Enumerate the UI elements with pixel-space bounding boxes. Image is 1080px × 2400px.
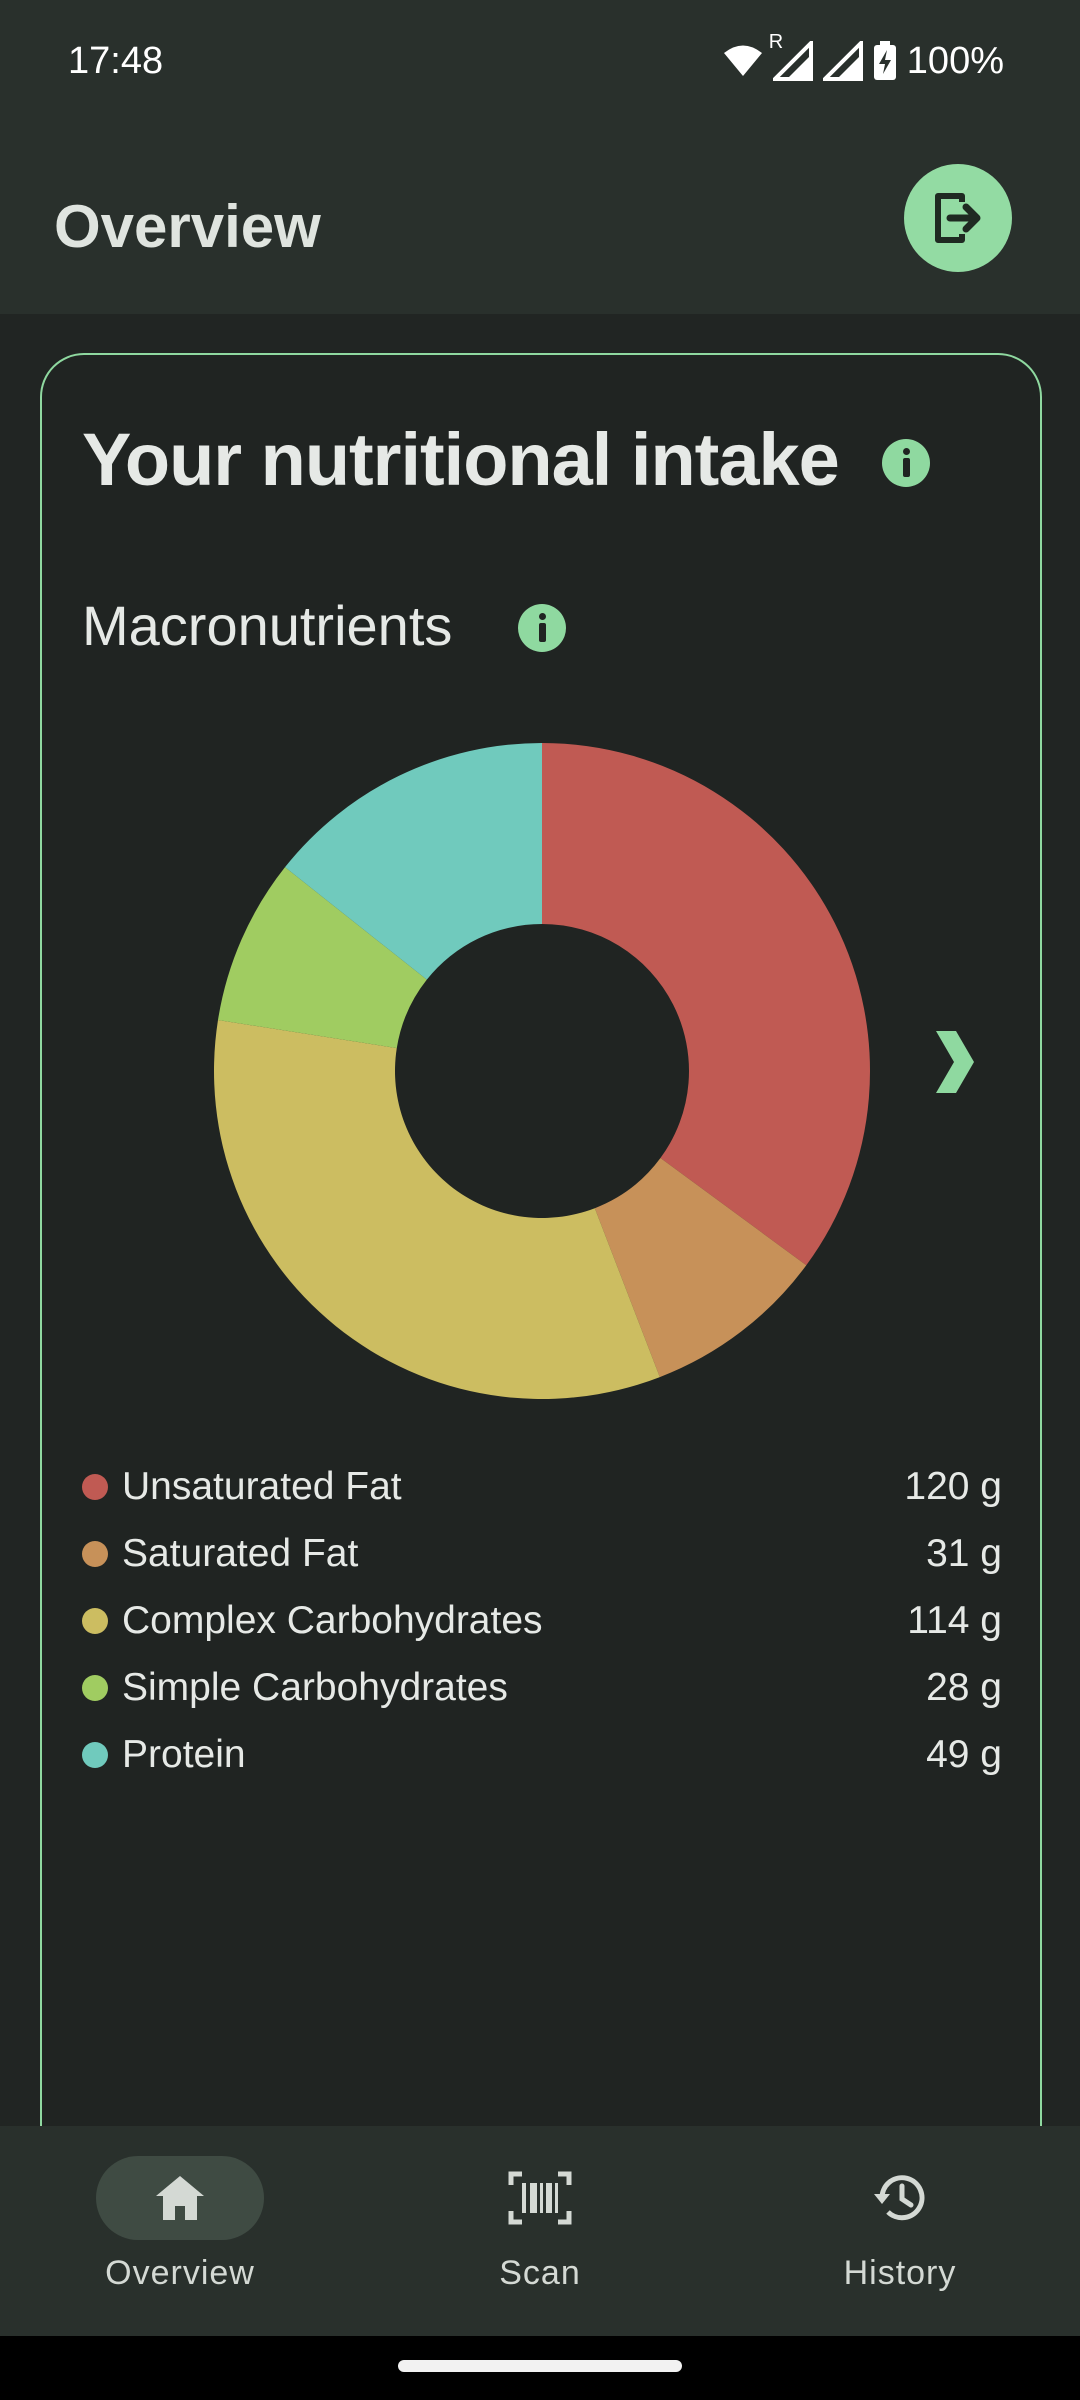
page-title: Overview <box>54 193 321 260</box>
wifi-icon <box>723 45 762 76</box>
legend-item: Complex Carbohydrates 114 g <box>82 1587 1002 1654</box>
legend-label: Saturated Fat <box>122 1531 359 1575</box>
chevron-right-icon[interactable] <box>930 1027 980 1097</box>
nav-item-history[interactable]: History <box>770 2156 1030 2316</box>
chart-legend: Unsaturated Fat 120 g Saturated Fat 31 g… <box>82 1453 1002 1788</box>
legend-label: Protein <box>122 1732 246 1776</box>
section-title: Macronutrients <box>82 594 453 657</box>
legend-value: 114 g <box>907 1598 1002 1642</box>
history-icon <box>874 2175 925 2221</box>
nav-label: History <box>843 2254 957 2292</box>
status-time: 17:48 <box>68 40 164 82</box>
nav-label: Scan <box>499 2254 581 2292</box>
legend-item: Saturated Fat 31 g <box>82 1520 1002 1587</box>
legend-swatch <box>82 1473 108 1500</box>
legend-item: Simple Carbohydrates 28 g <box>82 1654 1002 1721</box>
barcode-scan-icon <box>508 2171 572 2225</box>
legend-swatch <box>82 1674 108 1701</box>
legend-swatch <box>82 1540 108 1567</box>
info-icon[interactable] <box>882 439 930 487</box>
nav-active-indicator <box>96 2156 264 2240</box>
logout-button[interactable] <box>904 164 1012 272</box>
legend-label: Simple Carbohydrates <box>122 1665 508 1709</box>
legend-value: 120 g <box>904 1464 1002 1508</box>
home-icon <box>156 2176 204 2220</box>
legend-item: Unsaturated Fat 120 g <box>82 1453 1002 1520</box>
status-bar: 17:48 R 100% <box>0 0 1080 130</box>
legend-swatch <box>82 1607 108 1634</box>
nav-label: Overview <box>105 2254 255 2292</box>
legend-value: 31 g <box>926 1531 1002 1575</box>
gesture-handle[interactable] <box>398 2360 682 2372</box>
card-title: Your nutritional intake <box>82 418 840 501</box>
nav-item-overview[interactable]: Overview <box>50 2156 310 2316</box>
donut-slice-complex-carbohydrates[interactable] <box>214 1019 660 1399</box>
battery-percentage: 100% <box>906 39 1004 82</box>
legend-item: Protein 49 g <box>82 1721 1002 1788</box>
legend-label: Complex Carbohydrates <box>122 1598 543 1642</box>
legend-swatch <box>82 1741 108 1768</box>
legend-value: 49 g <box>926 1732 1002 1776</box>
roaming-indicator: R <box>768 31 784 53</box>
legend-label: Unsaturated Fat <box>122 1464 402 1508</box>
gesture-bar <box>0 2336 1080 2400</box>
nutrition-card: Your nutritional intake Macronutrients U… <box>40 353 1042 2155</box>
logout-icon <box>935 193 981 243</box>
legend-value: 28 g <box>926 1665 1002 1709</box>
macronutrient-donut-chart <box>214 743 870 1399</box>
nav-item-scan[interactable]: Scan <box>410 2156 670 2316</box>
bottom-navigation: Overview Scan History <box>0 2126 1080 2336</box>
battery-charging-icon <box>873 41 896 80</box>
info-icon[interactable] <box>518 604 566 652</box>
status-icons: R 100% <box>723 31 1004 86</box>
donut-slice-unsaturated-fat[interactable] <box>542 743 870 1266</box>
signal-icon <box>822 41 863 81</box>
top-app-bar: Overview <box>0 130 1080 314</box>
signal-icon: R <box>769 31 813 81</box>
